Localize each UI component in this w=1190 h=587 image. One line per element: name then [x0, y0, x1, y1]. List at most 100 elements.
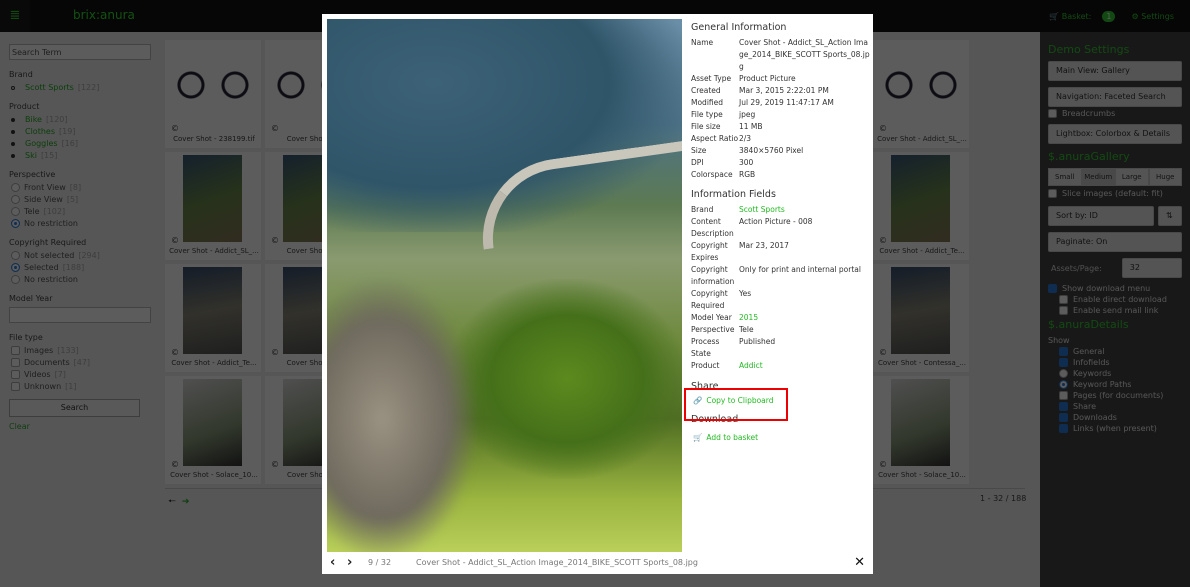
product_items-option[interactable]: Ski [15] — [11, 151, 151, 160]
checkbox[interactable] — [1048, 189, 1057, 198]
field-link[interactable]: Scott Sports — [739, 204, 871, 216]
search-input[interactable] — [9, 44, 151, 60]
main-view-dropdown[interactable]: Main View: Gallery — [1048, 61, 1182, 81]
radio-button[interactable] — [11, 195, 20, 204]
product_items-option[interactable]: Goggles [16] — [11, 139, 151, 148]
paginate-dropdown[interactable]: Paginate: On — [1048, 232, 1182, 252]
gallery-item[interactable]: © Cover Shot - Addict_Te... — [873, 152, 969, 260]
show-option[interactable]: Pages (for documents) — [1048, 391, 1182, 400]
product_items-option[interactable]: Bike [120] — [11, 115, 151, 124]
gallery-item[interactable]: © Cover Shot - Solace_10... — [873, 376, 969, 484]
perspective_items-option[interactable]: Tele [102] — [11, 207, 151, 216]
clear-link[interactable]: Clear — [9, 422, 151, 431]
checkbox[interactable] — [1059, 402, 1068, 411]
close-icon[interactable]: ✕ — [854, 555, 865, 570]
copyright_items-option[interactable]: No restriction — [11, 275, 151, 284]
show-option[interactable]: General — [1048, 347, 1182, 356]
info-row: Size 3840×5760 Pixel — [691, 145, 871, 157]
gallery-item[interactable]: © Cover Shot - Addict_SL_... — [165, 152, 261, 260]
radio-button[interactable] — [1059, 380, 1068, 389]
show-download-toggle[interactable]: Show download menu — [1048, 284, 1182, 293]
checkbox[interactable] — [1059, 424, 1068, 433]
brand_items-option[interactable]: Scott Sports [122] — [11, 83, 151, 92]
field-key: Copyright Expires — [691, 241, 728, 262]
info-row: Name Cover Shot - Addict_SL_Action Image_… — [691, 37, 871, 73]
size-option-small[interactable]: Small — [1048, 168, 1082, 186]
prev-page-button[interactable]: 🠔 — [168, 497, 176, 507]
app-logo[interactable]: brix:anura — [73, 8, 135, 22]
settings-button[interactable]: ⚙ Settings — [1131, 12, 1182, 21]
basket-button[interactable]: 🛒 Basket: 1 — [1049, 10, 1123, 22]
checkbox[interactable] — [1059, 413, 1068, 422]
checkbox[interactable] — [1059, 358, 1068, 367]
radio-button[interactable] — [11, 251, 20, 260]
next-image-button[interactable]: › — [347, 555, 364, 570]
prev-image-button[interactable]: ‹ — [330, 555, 347, 570]
copyright_items-option[interactable]: Not selected [294] — [11, 251, 151, 260]
gallery-item[interactable]: © Cover Shot - Addict_Te... — [165, 264, 261, 372]
field-link[interactable]: 2015 — [739, 312, 871, 324]
copyright-icon: © — [879, 348, 887, 357]
navigation-dropdown[interactable]: Navigation: Faceted Search — [1048, 87, 1182, 107]
gallery-caption: Cover Shot - Contessa_... — [877, 359, 967, 367]
show-option[interactable]: Keywords — [1048, 369, 1182, 378]
option-count: [120] — [45, 115, 68, 124]
checkbox[interactable] — [11, 358, 20, 367]
slice-toggle[interactable]: Slice images (default: fit) — [1048, 189, 1182, 198]
checkbox[interactable] — [1059, 295, 1068, 304]
send-mail-toggle[interactable]: Enable send mail link — [1048, 306, 1182, 315]
gallery-item[interactable]: © Cover Shot - Contessa_... — [873, 264, 969, 372]
field-link[interactable]: Addict — [739, 360, 871, 372]
size-option-medium[interactable]: Medium — [1081, 168, 1115, 186]
radio-button[interactable] — [11, 219, 20, 228]
option-label: Bike — [25, 115, 42, 124]
checkbox[interactable] — [11, 370, 20, 379]
info-fields-title: Information Fields — [691, 189, 776, 200]
sort-order-icon[interactable]: ⇅ — [1158, 206, 1182, 226]
checkbox[interactable] — [11, 382, 20, 391]
filetype_items-option[interactable]: Videos [7] — [11, 370, 151, 379]
gallery-item[interactable]: © Cover Shot - 238199.tif — [165, 40, 261, 148]
gallery-item[interactable]: © Cover Shot - Solace_10... — [165, 376, 261, 484]
show-option[interactable]: Share — [1048, 402, 1182, 411]
breadcrumbs-toggle[interactable]: Breadcrumbs — [1048, 109, 1182, 118]
checkbox[interactable] — [1059, 306, 1068, 315]
size-option-huge[interactable]: Huge — [1148, 168, 1182, 186]
radio-button[interactable] — [1059, 369, 1068, 378]
direct-download-toggle[interactable]: Enable direct download — [1048, 295, 1182, 304]
checkbox[interactable] — [1048, 109, 1057, 118]
copyright_items-option[interactable]: Selected [188] — [11, 263, 151, 272]
radio-button[interactable] — [11, 275, 20, 284]
perspective_items-option[interactable]: Front View [8] — [11, 183, 151, 192]
radio-button[interactable] — [11, 183, 20, 192]
menu-icon[interactable]: ≣ — [0, 0, 30, 32]
perspective_items-option[interactable]: No restriction — [11, 219, 151, 228]
assets-per-page-input[interactable]: 32 — [1121, 258, 1182, 278]
show-option[interactable]: Keyword Paths — [1048, 380, 1182, 389]
filetype_items-option[interactable]: Unknown [1] — [11, 382, 151, 391]
checkbox[interactable] — [1059, 391, 1068, 400]
checkbox[interactable] — [1059, 347, 1068, 356]
image-position: 9 / 32 — [368, 558, 392, 567]
perspective_items-option[interactable]: Side View [5] — [11, 195, 151, 204]
show-option[interactable]: Links (when present) — [1048, 424, 1182, 433]
show-option[interactable]: Downloads — [1048, 413, 1182, 422]
radio-button[interactable] — [11, 207, 20, 216]
show-option[interactable]: Infofields — [1048, 358, 1182, 367]
search-button[interactable]: Search — [9, 399, 140, 417]
lightbox-dropdown[interactable]: Lightbox: Colorbox & Details — [1048, 124, 1182, 144]
info-key: Modified — [691, 98, 724, 107]
checkbox[interactable] — [1048, 284, 1057, 293]
filetype_items-option[interactable]: Documents [47] — [11, 358, 151, 367]
breadcrumbs-label: Breadcrumbs — [1062, 109, 1116, 118]
checkbox[interactable] — [11, 346, 20, 355]
filetype_items-option[interactable]: Images [133] — [11, 346, 151, 355]
sort-dropdown[interactable]: Sort by: ID — [1048, 206, 1154, 226]
gallery-item[interactable]: © Cover Shot - Addict_SL_... — [873, 40, 969, 148]
size-option-large[interactable]: Large — [1115, 168, 1149, 186]
model-year-input[interactable] — [9, 307, 151, 323]
next-page-button[interactable]: ➔ — [182, 497, 190, 507]
product_items-option[interactable]: Clothes [19] — [11, 127, 151, 136]
add-to-basket-link[interactable]: 🛒 Add to basket — [693, 433, 871, 442]
radio-button[interactable] — [11, 263, 20, 272]
